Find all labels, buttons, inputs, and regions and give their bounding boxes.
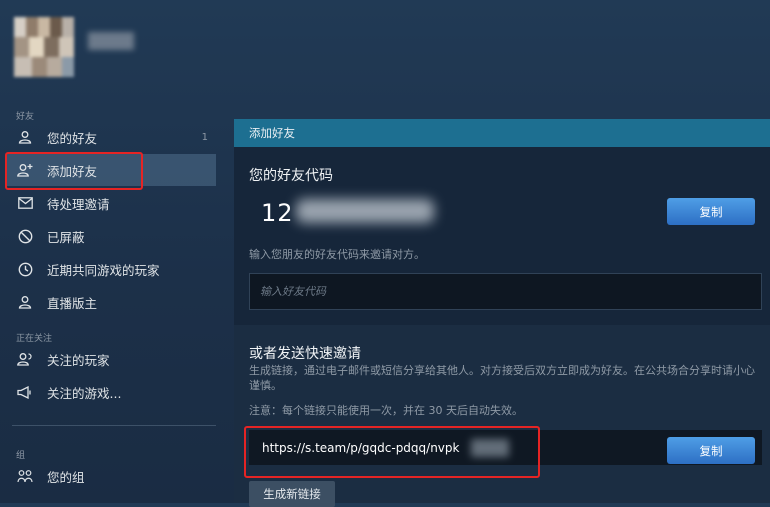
user-icon — [16, 128, 34, 146]
copy-friend-code-button[interactable]: 复制 — [667, 198, 755, 225]
sidebar-item-label: 待处理邀请 — [47, 196, 110, 212]
copy-invite-link-button[interactable]: 复制 — [667, 437, 755, 464]
sidebar-item-label: 关注的游戏... — [47, 385, 122, 401]
sidebar-item-recently-played[interactable]: 近期共同游戏的玩家 — [6, 253, 216, 285]
envelope-icon — [16, 194, 34, 212]
sidebar-item-label: 已屏蔽 — [47, 229, 85, 245]
highlight-box-invite-link — [244, 426, 540, 478]
user-icon — [16, 293, 34, 311]
sidebar-item-your-groups[interactable]: 您的组 — [6, 460, 216, 492]
tab-title: 添加好友 — [249, 126, 295, 140]
user-follow-icon — [16, 350, 34, 368]
blocked-icon — [16, 227, 34, 245]
sidebar-item-broadcast-moderators[interactable]: 直播版主 — [6, 286, 216, 318]
generate-new-link-button[interactable]: 生成新链接 — [249, 481, 335, 507]
username-redacted — [88, 32, 134, 50]
sidebar-item-followed-games[interactable]: 关注的游戏... — [6, 376, 216, 408]
group-icon — [16, 467, 34, 485]
friend-code-heading: 您的好友代码 — [249, 168, 333, 184]
avatar[interactable] — [14, 17, 74, 77]
sidebar-item-blocked[interactable]: 已屏蔽 — [6, 220, 216, 252]
friend-code-value: 12 — [261, 199, 294, 227]
quick-invite-note: 注意：每个链接只能使用一次，并在 30 天后自动失效。 — [249, 404, 523, 417]
quick-invite-description: 生成链接，通过电子邮件或短信分享给其他人。对方接受后双方立即成为好友。在公共场合… — [249, 364, 755, 392]
friend-code-input[interactable] — [250, 274, 770, 309]
sidebar-item-label: 您的组 — [47, 469, 85, 485]
friends-count: 1 — [201, 131, 208, 143]
friend-code-field[interactable] — [249, 273, 770, 310]
highlight-box-add-friend — [5, 152, 143, 190]
sidebar-item-label: 近期共同游戏的玩家 — [47, 262, 160, 278]
sidebar-item-label: 关注的玩家 — [47, 352, 110, 368]
sidebar-item-pending-invites[interactable]: 待处理邀请 — [6, 187, 216, 219]
sidebar-item-your-friends[interactable]: 您的好友 1 — [6, 121, 216, 153]
quick-invite-heading: 或者发送快速邀请 — [249, 346, 361, 362]
sidebar-item-followed-players[interactable]: 关注的玩家 — [6, 343, 216, 375]
sidebar-item-label: 直播版主 — [47, 295, 98, 311]
clock-icon — [16, 260, 34, 278]
sidebar-divider — [12, 425, 216, 426]
friend-code-redacted — [296, 199, 434, 223]
friend-code-hint: 输入您朋友的好友代码来邀请对方。 — [249, 248, 425, 261]
sidebar-item-label: 您的好友 — [47, 130, 98, 146]
megaphone-icon — [16, 383, 34, 401]
tab-add-friend: 添加好友 — [234, 119, 770, 147]
